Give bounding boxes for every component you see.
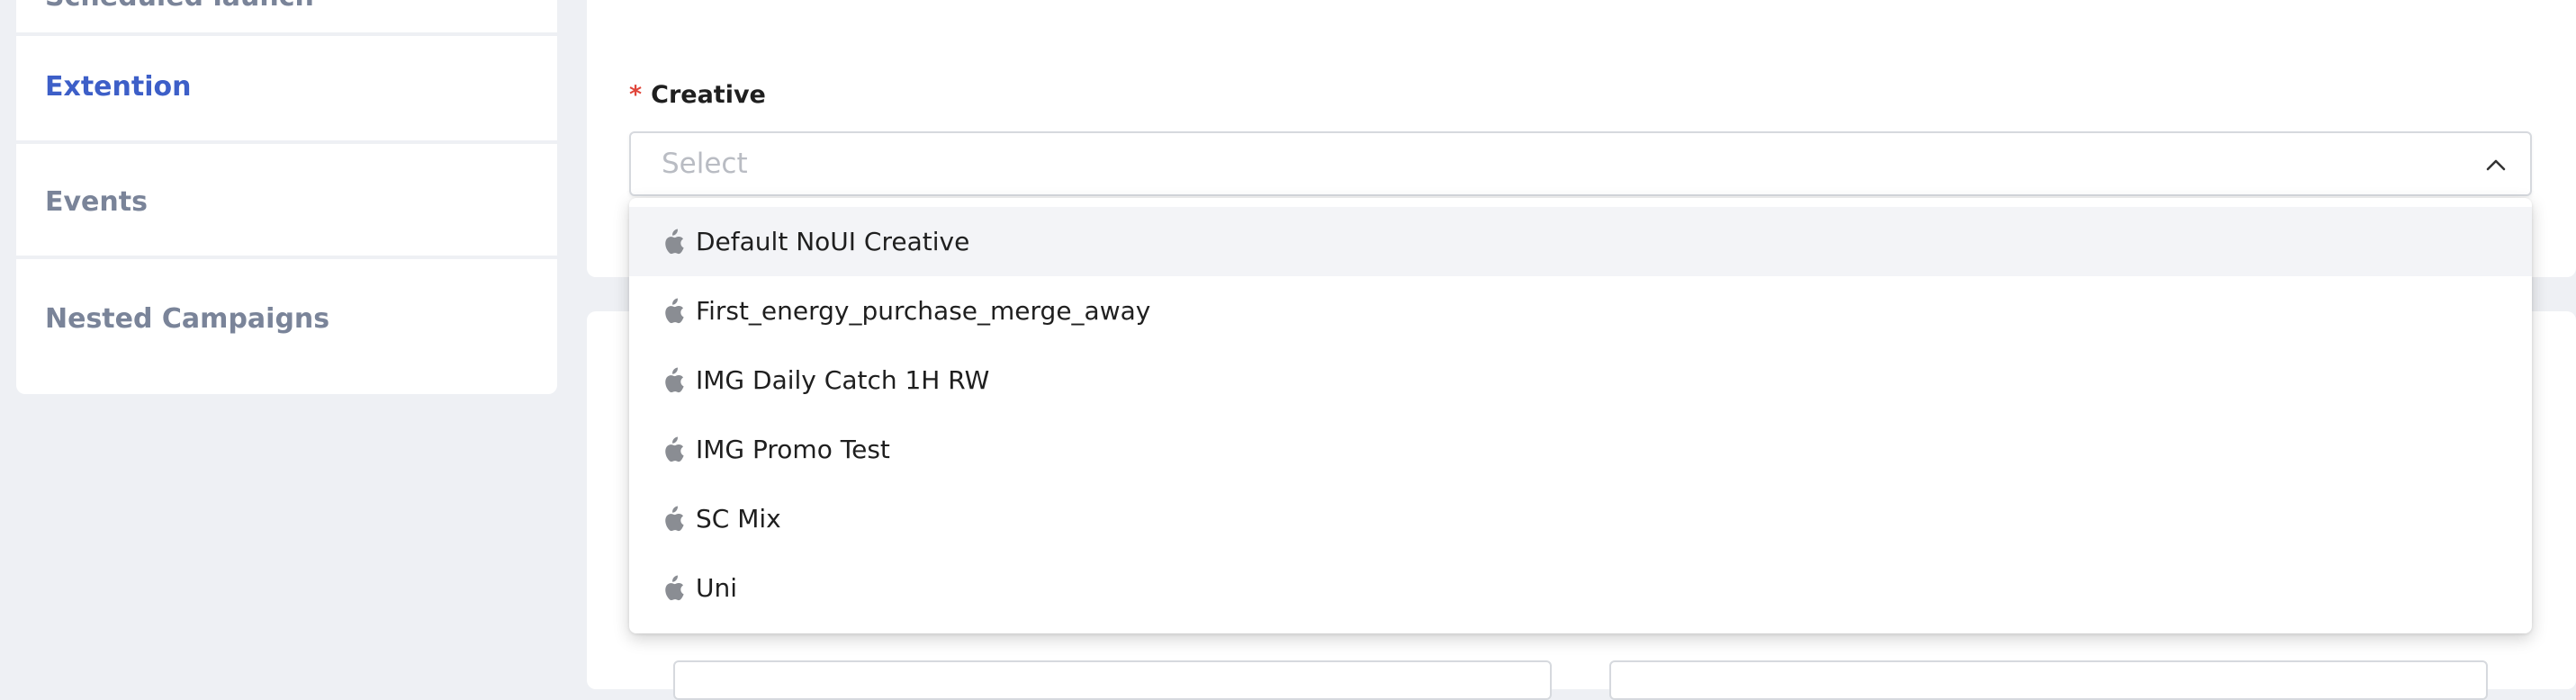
dropdown-option-label: IMG Daily Catch 1H RW bbox=[696, 365, 990, 395]
creative-field-label: * Creative bbox=[629, 81, 766, 109]
apple-icon bbox=[658, 505, 685, 534]
dropdown-option[interactable]: SC Mix bbox=[629, 484, 2532, 553]
sidebar-item-label: Scheduled launch bbox=[45, 0, 314, 13]
sidebar-item-nested-campaigns[interactable]: Nested Campaigns bbox=[16, 263, 557, 374]
dropdown-option[interactable]: Default NoUI Creative bbox=[629, 207, 2532, 276]
dropdown-option[interactable]: IMG Promo Test bbox=[629, 415, 2532, 484]
creative-dropdown-menu: Default NoUI Creative First_energy_purch… bbox=[629, 198, 2532, 633]
creative-search-input[interactable] bbox=[660, 147, 2373, 181]
dropdown-option[interactable]: First_energy_purchase_merge_away bbox=[629, 276, 2532, 346]
sidebar-item-label: Nested Campaigns bbox=[45, 302, 330, 335]
dropdown-option-label: Uni bbox=[696, 573, 738, 603]
apple-icon bbox=[658, 228, 685, 256]
dropdown-option-label: First_energy_purchase_merge_away bbox=[696, 296, 1151, 326]
apple-icon bbox=[658, 366, 685, 395]
sidebar-nav: Scheduled launch Extention Events Nested… bbox=[16, 0, 557, 394]
chevron-up-icon[interactable] bbox=[2481, 151, 2510, 180]
required-marker: * bbox=[629, 81, 643, 109]
dropdown-option-label: SC Mix bbox=[696, 504, 781, 534]
sidebar-item-label: Events bbox=[45, 185, 148, 218]
apple-icon bbox=[658, 435, 685, 464]
sidebar-item-events[interactable]: Events bbox=[16, 148, 557, 259]
sidebar-item-scheduled-launch[interactable]: Scheduled launch bbox=[16, 0, 557, 36]
dropdown-option-label: Default NoUI Creative bbox=[696, 227, 970, 256]
creative-label-text: Creative bbox=[651, 81, 766, 109]
event-field[interactable] bbox=[673, 660, 1552, 700]
sidebar-item-label: Extention bbox=[45, 70, 192, 103]
apple-icon bbox=[658, 574, 685, 603]
apple-icon bbox=[658, 297, 685, 326]
dropdown-option[interactable]: Uni bbox=[629, 553, 2532, 623]
used-in-chains-field[interactable] bbox=[1609, 660, 2488, 700]
dropdown-option[interactable]: IMG Daily Catch 1H RW bbox=[629, 346, 2532, 415]
creative-select[interactable] bbox=[629, 131, 2532, 196]
dropdown-option-label: IMG Promo Test bbox=[696, 435, 890, 464]
sidebar-item-extention[interactable]: Extention bbox=[16, 32, 557, 144]
